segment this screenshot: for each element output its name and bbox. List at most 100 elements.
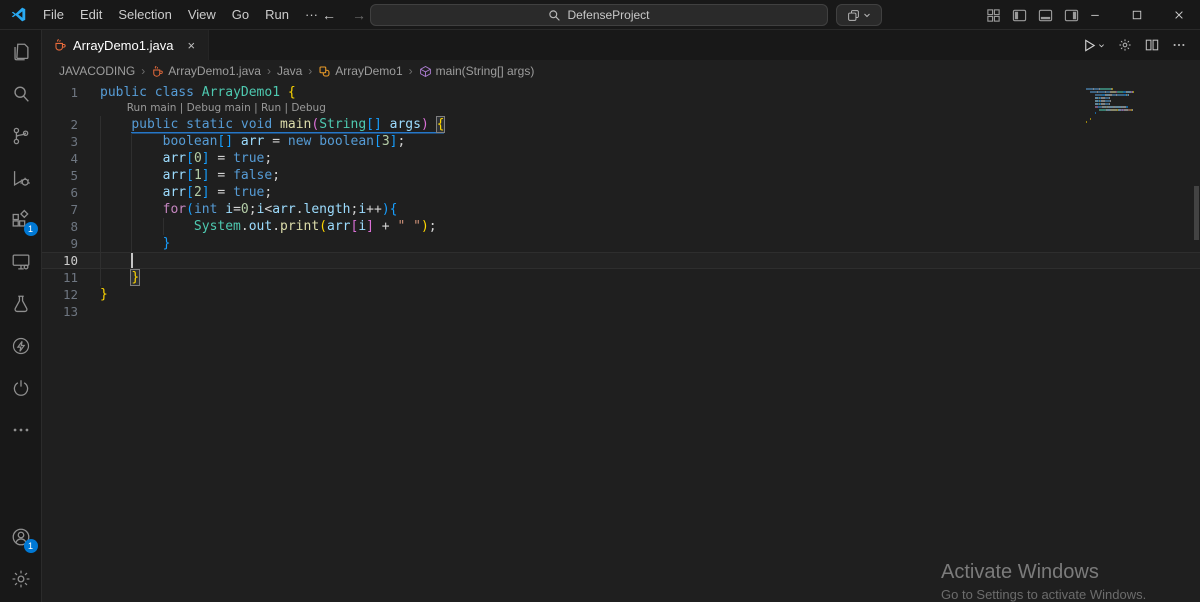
indent-guide: [100, 235, 101, 252]
code-line-2[interactable]: 2 public static void main(String[] args)…: [42, 116, 1200, 133]
close-icon[interactable]: [1158, 0, 1200, 30]
line-number[interactable]: 7: [42, 201, 78, 218]
line-number[interactable]: 6: [42, 184, 78, 201]
activity-bar-item-account[interactable]: 1: [8, 524, 38, 553]
code-line-5[interactable]: 5 arr[1] = false;: [42, 167, 1200, 184]
activity-bar-bottom: 1: [8, 515, 38, 602]
more-icon: [10, 419, 32, 441]
menu-file[interactable]: File: [35, 4, 72, 25]
activity-bar-item-source-control[interactable]: [8, 123, 34, 149]
indent-guide: [131, 167, 133, 184]
activity-bar-item-more[interactable]: [8, 417, 34, 443]
customize-layout-icon[interactable]: [986, 8, 1001, 23]
activity-bar-item-lightning[interactable]: [8, 333, 34, 359]
activity-bar-item-power[interactable]: [8, 375, 34, 401]
layout-sidebar-left-icon[interactable]: [1012, 8, 1027, 23]
editor-group: ArrayDemo1.java × JAVACODING › ArrayDemo1.…: [42, 30, 1200, 602]
activity-bar-item-settings[interactable]: [8, 566, 34, 592]
breadcrumb-separator: ›: [141, 64, 146, 78]
line-number[interactable]: 11: [42, 269, 78, 286]
run-and-debug-icon: [10, 167, 32, 189]
codelens-link[interactable]: Run main: [127, 102, 177, 114]
code-line-10[interactable]: 10: [42, 252, 1200, 269]
layout-panel-icon[interactable]: [1038, 8, 1053, 23]
code-line-7[interactable]: 7 for(int i=0;i<arr.length;i++){: [42, 201, 1200, 218]
lightning-circle-icon: [10, 335, 32, 357]
code-line-9[interactable]: 9 }: [42, 235, 1200, 252]
code-line-11[interactable]: 11 }: [42, 269, 1200, 286]
breadcrumb-item[interactable]: main(String[] args): [417, 63, 537, 79]
indent-guide: [100, 252, 101, 269]
line-number[interactable]: 8: [42, 218, 78, 235]
activity-bar: 1 1: [0, 30, 42, 602]
code-line-3[interactable]: 3 boolean[] arr = new boolean[3];: [42, 133, 1200, 150]
activity-bar-item-testing[interactable]: [8, 291, 34, 317]
breadcrumb-item[interactable]: JAVACODING: [57, 63, 137, 79]
minimap[interactable]: [1086, 88, 1142, 127]
maximize-icon[interactable]: [1116, 0, 1158, 30]
split-editor-icon[interactable]: [1145, 38, 1159, 52]
scrollbar-thumb[interactable]: [1194, 186, 1199, 240]
watermark-title: Activate Windows: [941, 561, 1099, 583]
forward-arrow-icon[interactable]: →: [352, 7, 366, 23]
line-number[interactable]: 9: [42, 235, 78, 252]
tab-arraydemo1[interactable]: ArrayDemo1.java ×: [42, 30, 210, 60]
breadcrumb: JAVACODING › ArrayDemo1.java › Java › ArrayDem…: [42, 60, 1200, 82]
line-number[interactable]: 4: [42, 150, 78, 167]
line-number[interactable]: 1: [42, 84, 78, 101]
line-number[interactable]: 5: [42, 167, 78, 184]
editor[interactable]: 1 public class ArrayDemo1 {Run main | Deb…: [42, 82, 1200, 602]
power-circle-icon: [10, 377, 32, 399]
line-number[interactable]: 10: [42, 252, 78, 269]
menu-run[interactable]: Run: [257, 4, 297, 25]
activity-bar-item-remote-explorer[interactable]: [8, 249, 34, 275]
editor-actions: [1082, 30, 1200, 60]
line-number[interactable]: 13: [42, 303, 78, 320]
breadcrumb-item[interactable]: ArrayDemo1: [316, 63, 404, 79]
indent-guide: [100, 201, 101, 218]
extensions-badge: 1: [23, 222, 38, 236]
tab-bar: ArrayDemo1.java ×: [42, 30, 1200, 60]
chevron-down-icon: [863, 11, 871, 19]
code-line-13[interactable]: 13: [42, 303, 1200, 320]
breadcrumb-item[interactable]: ArrayDemo1.java: [149, 63, 263, 79]
breadcrumb-item[interactable]: Java: [275, 63, 304, 79]
codelens-separator: |: [250, 102, 261, 114]
activity-bar-item-extensions[interactable]: 1: [8, 207, 38, 236]
gear-icon[interactable]: [1118, 38, 1132, 52]
code-line-4[interactable]: 4 arr[0] = true;: [42, 150, 1200, 167]
codelens-link[interactable]: Debug: [291, 102, 326, 114]
codelens-link[interactable]: Run: [261, 102, 281, 114]
minimize-icon[interactable]: [1074, 0, 1116, 30]
codelens-separator: |: [281, 102, 292, 114]
code-line-12[interactable]: 12}: [42, 286, 1200, 303]
command-center-search[interactable]: DefenseProject: [370, 4, 828, 26]
more-actions-icon[interactable]: [1172, 38, 1186, 52]
codelens-link[interactable]: Debug main: [187, 102, 251, 114]
menu-edit[interactable]: Edit: [72, 4, 110, 25]
menu-go[interactable]: Go: [224, 4, 257, 25]
menu-selection[interactable]: Selection: [110, 4, 179, 25]
line-number[interactable]: 12: [42, 286, 78, 303]
vscode-logo: [10, 6, 27, 23]
watermark-subtitle: Go to Settings to activate Windows.: [941, 587, 1147, 602]
stacked-squares-icon: [847, 9, 860, 22]
session-picker-button[interactable]: [836, 4, 882, 26]
line-number[interactable]: 2: [42, 116, 78, 133]
code-line-1[interactable]: 1 public class ArrayDemo1 {: [42, 84, 1200, 101]
code-line-6[interactable]: 6 arr[2] = true;: [42, 184, 1200, 201]
line-number[interactable]: 3: [42, 133, 78, 150]
explorer-icon: [10, 41, 32, 63]
indent-guide: [131, 235, 133, 252]
breadcrumb-separator: ›: [266, 64, 271, 78]
menu-view[interactable]: View: [180, 4, 224, 25]
run-button[interactable]: [1082, 38, 1105, 53]
back-arrow-icon[interactable]: ←: [322, 7, 336, 23]
tab-close-icon[interactable]: ×: [185, 38, 197, 53]
activity-bar-item-search[interactable]: [8, 81, 34, 107]
activity-bar-item-run-and-debug[interactable]: [8, 165, 34, 191]
search-value: DefenseProject: [567, 8, 650, 22]
code-line-8[interactable]: 8 System.out.print(arr[i] + " ");: [42, 218, 1200, 235]
activity-bar-item-explorer[interactable]: [8, 39, 34, 65]
codelens-separator: |: [176, 102, 187, 114]
